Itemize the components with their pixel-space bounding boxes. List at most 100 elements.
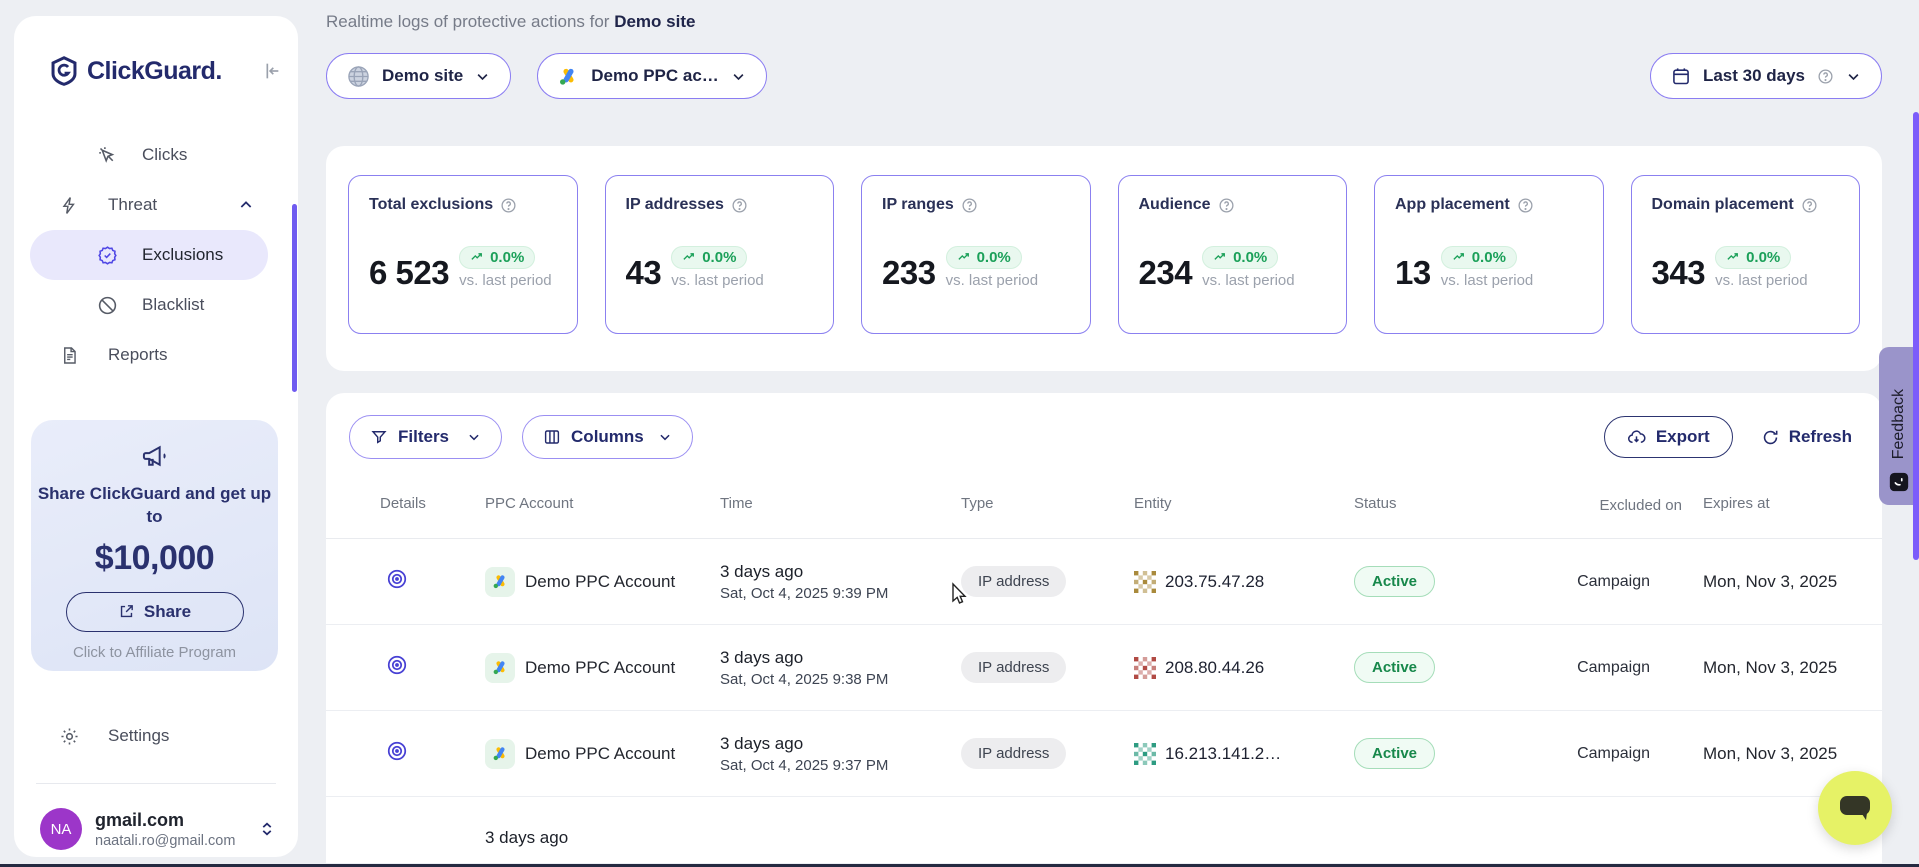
account-menu[interactable]: NA gmail.com naatali.ro@gmail.com (40, 808, 276, 850)
column-header-ppc-account: PPC Account (485, 495, 720, 512)
entity-value: 208.80.44.26 (1165, 658, 1264, 678)
stat-card: Domain placement 343 0.0% (1631, 175, 1861, 334)
ppc-account-name: Demo PPC Account (525, 572, 675, 592)
view-details-eye-icon[interactable] (386, 740, 408, 762)
excluded-on-value: Campaign (1560, 659, 1690, 677)
stat-value: 343 (1652, 256, 1706, 289)
type-badge: IP address (961, 652, 1066, 683)
sidebar-item-settings[interactable]: Settings (14, 711, 298, 761)
table-row[interactable]: Demo PPC Account 3 days ago Sat, Oct 4, … (326, 711, 1882, 797)
chevron-down-icon (1846, 69, 1861, 84)
account-name: gmail.com (95, 810, 258, 831)
sidebar: ClickGuard. Clicks Threat (14, 16, 298, 857)
table-row[interactable]: Demo PPC Account 3 days ago Sat, Oct 4, … (326, 625, 1882, 711)
promo-caption: Click to Affiliate Program (31, 644, 278, 661)
chat-launcher-button[interactable] (1818, 771, 1892, 845)
ppc-account-name: Demo PPC Account (525, 658, 675, 678)
megaphone-icon (140, 442, 170, 470)
filters-button-label: Filters (398, 427, 449, 447)
entity-identicon (1134, 743, 1156, 765)
brand-logo: ClickGuard. (50, 56, 282, 86)
app-window: ClickGuard. Clicks Threat (0, 0, 1919, 867)
chevron-up-icon[interactable] (238, 197, 254, 213)
page-subtitle-text: Realtime logs of protective actions for (326, 12, 609, 31)
help-circle-icon[interactable] (1517, 197, 1534, 214)
stat-value: 233 (882, 256, 936, 289)
gear-icon (58, 726, 80, 747)
stat-value: 6 523 (369, 256, 449, 289)
help-circle-icon[interactable] (1801, 197, 1818, 214)
stat-caption: vs. last period (1715, 272, 1808, 289)
cloud-download-icon (1627, 428, 1646, 447)
refresh-button-label: Refresh (1789, 427, 1852, 447)
site-selector[interactable]: Demo site (326, 53, 511, 99)
stat-caption: vs. last period (1202, 272, 1295, 289)
help-circle-icon[interactable] (961, 197, 978, 214)
export-button[interactable]: Export (1604, 416, 1733, 458)
column-header-entity: Entity (1134, 495, 1354, 512)
help-circle-icon[interactable] (1218, 197, 1235, 214)
stat-caption: vs. last period (946, 272, 1039, 289)
report-document-icon (58, 345, 80, 366)
help-circle-icon (1817, 68, 1834, 85)
time-relative: 3 days ago (720, 648, 961, 668)
stat-label: Domain placement (1652, 196, 1794, 214)
column-header-status: Status (1354, 495, 1560, 512)
stat-delta-value: 0.0% (1233, 249, 1267, 266)
trend-up-icon (1452, 250, 1467, 265)
table-row[interactable]: Demo PPC Account 3 days ago Sat, Oct 4, … (326, 539, 1882, 625)
status-badge: Active (1354, 738, 1435, 769)
sidebar-item-label: Settings (108, 726, 169, 746)
calendar-icon (1671, 66, 1691, 86)
sidebar-item-blacklist[interactable]: Blacklist (14, 280, 298, 330)
external-link-icon (118, 603, 135, 620)
view-details-eye-icon[interactable] (386, 654, 408, 676)
google-ads-icon (485, 567, 515, 597)
entity-identicon (1134, 657, 1156, 679)
sidebar-item-threat[interactable]: Threat (14, 180, 298, 230)
exclusions-table-panel: Filters Columns (326, 393, 1882, 863)
refresh-button[interactable]: Refresh (1761, 427, 1852, 447)
columns-button[interactable]: Columns (522, 415, 693, 459)
site-selector-value: Demo site (382, 66, 463, 86)
help-circle-icon[interactable] (500, 197, 517, 214)
feedback-bubble-icon (1888, 471, 1910, 493)
affiliate-promo-card[interactable]: Share ClickGuard and get up to $10,000 S… (31, 420, 278, 671)
stat-label: Total exclusions (369, 196, 493, 214)
column-header-time: Time (720, 495, 961, 512)
stat-delta-badge: 0.0% (459, 246, 535, 269)
sidebar-nav: Clicks Threat Exclusions (14, 130, 298, 380)
scope-filter-bar: Demo site Demo PPC ac… Last 30 days (326, 53, 1882, 99)
sidebar-item-exclusions[interactable]: Exclusions (30, 230, 268, 280)
type-badge: IP address (961, 566, 1066, 597)
excluded-on-value: Campaign (1560, 745, 1690, 763)
trend-up-icon (682, 250, 697, 265)
table-row[interactable]: 3 days ago (326, 797, 1882, 863)
ppc-account-selector[interactable]: Demo PPC ac… (537, 53, 767, 99)
table-toolbar: Filters Columns (326, 415, 1882, 459)
sidebar-item-label: Clicks (142, 145, 187, 165)
funnel-icon (370, 428, 388, 446)
column-header-excluded-on: Excluded on (1560, 495, 1690, 516)
filters-button[interactable]: Filters (349, 415, 502, 459)
help-circle-icon[interactable] (731, 197, 748, 214)
status-badge: Active (1354, 566, 1435, 597)
google-ads-icon (485, 653, 515, 683)
sidebar-scrollbar[interactable] (292, 204, 297, 392)
sidebar-item-reports[interactable]: Reports (14, 330, 298, 380)
chevron-up-down-icon[interactable] (258, 819, 276, 839)
lightning-icon (58, 195, 80, 216)
page-scrollbar[interactable] (1913, 112, 1919, 560)
view-details-eye-icon[interactable] (386, 568, 408, 590)
share-button[interactable]: Share (66, 592, 244, 632)
stat-delta-value: 0.0% (702, 249, 736, 266)
trend-up-icon (1726, 250, 1741, 265)
refresh-icon (1761, 428, 1780, 447)
ppc-account-name: Demo PPC Account (525, 744, 675, 764)
sidebar-item-clicks[interactable]: Clicks (14, 130, 298, 180)
time-full: Sat, Oct 4, 2025 9:38 PM (720, 671, 961, 688)
sidebar-collapse-icon[interactable] (260, 60, 282, 82)
stat-card: IP ranges 233 0.0% (861, 175, 1091, 334)
date-range-selector[interactable]: Last 30 days (1650, 53, 1882, 99)
sidebar-item-label: Exclusions (142, 245, 223, 265)
